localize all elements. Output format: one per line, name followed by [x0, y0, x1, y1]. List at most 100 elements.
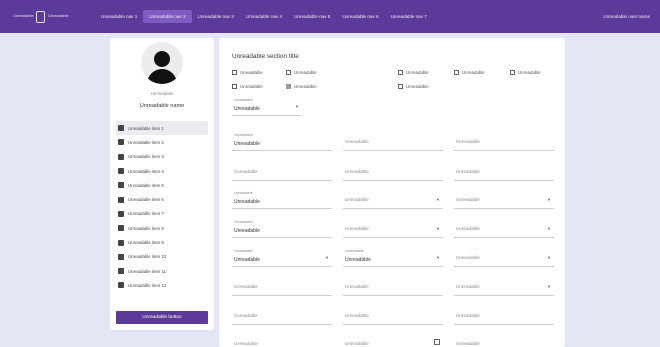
- menu-item-9[interactable]: Unreadable item 9: [116, 235, 208, 249]
- field-placeholder: Unreadable: [456, 255, 480, 260]
- nav-item-4[interactable]: Unreadable nav 4: [240, 10, 288, 23]
- menu-item-5[interactable]: Unreadable item 5: [116, 178, 208, 192]
- checkbox-label: Unreadable: [240, 70, 263, 75]
- field-label: Unreadable: [234, 220, 253, 224]
- briefcase-icon: [118, 153, 124, 160]
- checkbox-6[interactable]: Unreadable: [232, 84, 263, 89]
- checkbox-box[interactable]: [232, 70, 237, 75]
- input-field-13[interactable]: Unreadable: [454, 305, 554, 325]
- select-field-2[interactable]: Unreadable ▼: [343, 189, 443, 209]
- input-field-3[interactable]: Unreadable: [454, 131, 554, 151]
- checkbox-label: Unreadable: [406, 84, 429, 89]
- checkbox-label: Unreadable: [294, 70, 317, 75]
- field-value: Unreadable: [234, 141, 260, 147]
- select-field-1[interactable]: Unreadable Unreadable ▼: [232, 96, 302, 116]
- change-photo-link[interactable]: Unreadable: [110, 91, 214, 96]
- checkbox-box[interactable]: [286, 70, 291, 75]
- checkbox-7[interactable]: Unreadable: [286, 84, 317, 89]
- logo-text-right: Unreadable: [48, 13, 69, 19]
- input-field-1[interactable]: Unreadable Unreadable: [232, 131, 332, 151]
- input-field-7[interactable]: Unreadable Unreadable: [232, 189, 332, 209]
- select-field-4[interactable]: Unreadable ▼: [343, 218, 443, 238]
- menu-item-label: Unreadable item 10: [128, 254, 167, 260]
- input-field-8[interactable]: Unreadable Unreadable: [232, 218, 332, 238]
- logo[interactable]: Unreadable Unreadable: [13, 10, 77, 23]
- menu-item-4[interactable]: Unreadable item 4: [116, 164, 208, 178]
- checkbox-box[interactable]: [286, 84, 291, 89]
- checkbox-4[interactable]: Unreadable: [454, 70, 485, 75]
- select-field-5[interactable]: Unreadable ▼: [454, 218, 554, 238]
- field-value: Unreadable: [234, 228, 260, 234]
- user-menu[interactable]: Unreadable user name: [603, 14, 650, 19]
- input-field-2[interactable]: Unreadable: [343, 131, 443, 151]
- checkbox-box[interactable]: [398, 70, 403, 75]
- input-field-5[interactable]: Unreadable: [343, 161, 443, 181]
- checkbox-box[interactable]: [510, 70, 515, 75]
- nav-item-7[interactable]: Unreadable nav 7: [385, 10, 433, 23]
- menu-item-12[interactable]: Unreadable item 12: [116, 278, 208, 292]
- menu-item-1[interactable]: Unreadable item 1: [116, 121, 208, 136]
- field-placeholder: Unreadable: [234, 284, 258, 289]
- menu-item-2[interactable]: Unreadable item 2: [116, 135, 208, 149]
- select-field-9[interactable]: Unreadable ▼: [454, 276, 554, 296]
- select-field-8[interactable]: Unreadable ▼: [454, 247, 554, 267]
- field-placeholder: Unreadable: [456, 197, 480, 202]
- field-value: Unreadable: [345, 257, 371, 263]
- input-field-4[interactable]: Unreadable: [232, 161, 332, 181]
- checkbox-label: Unreadable: [240, 84, 263, 89]
- input-field-15[interactable]: Unreadable: [454, 333, 554, 347]
- input-field-10[interactable]: Unreadable: [343, 276, 443, 296]
- input-field-14[interactable]: Unreadable: [232, 333, 332, 347]
- input-field-6[interactable]: Unreadable: [454, 161, 554, 181]
- file-icon: [118, 225, 124, 232]
- document-icon: [118, 168, 124, 175]
- checkbox-box[interactable]: [454, 70, 459, 75]
- field-placeholder: Unreadable: [345, 284, 369, 289]
- field-placeholder: Unreadable: [456, 226, 480, 231]
- input-field-9[interactable]: Unreadable: [232, 276, 332, 296]
- checkbox-box[interactable]: [398, 84, 403, 89]
- checkbox-8[interactable]: Unreadable: [398, 84, 429, 89]
- select-field-7[interactable]: Unreadable Unreadable ▼: [343, 247, 443, 267]
- field-placeholder: Unreadable: [234, 169, 258, 174]
- group-icon: [118, 253, 124, 260]
- select-field-6[interactable]: Unreadable Unreadable ▼: [232, 247, 332, 267]
- menu-item-label: Unreadable item 11: [128, 268, 166, 274]
- chevron-down-icon: ▼: [547, 255, 551, 260]
- nav-item-2[interactable]: Unreadable nav 2: [143, 10, 192, 23]
- checkbox-box[interactable]: [232, 84, 237, 89]
- menu-item-7[interactable]: Unreadable item 7: [116, 207, 208, 221]
- avatar-head-icon: [154, 51, 170, 67]
- input-field-12[interactable]: Unreadable: [343, 305, 443, 325]
- field-label: Unreadable: [345, 249, 364, 253]
- checkbox-2[interactable]: Unreadable: [286, 70, 317, 75]
- nav-item-6[interactable]: Unreadable nav 6: [336, 10, 384, 23]
- menu-item-11[interactable]: Unreadable item 11: [116, 264, 208, 278]
- nav-item-5[interactable]: Unreadable nav 5: [288, 10, 336, 23]
- field-placeholder: Unreadable: [345, 169, 369, 174]
- menu-item-8[interactable]: Unreadable item 8: [116, 221, 208, 235]
- nav-item-3[interactable]: Unreadable nav 3: [192, 10, 240, 23]
- chevron-down-icon: ▼: [436, 197, 440, 202]
- menu-item-10[interactable]: Unreadable item 10: [116, 250, 208, 264]
- chevron-down-icon: ▼: [547, 197, 551, 202]
- field-label: Unreadable: [234, 191, 253, 195]
- menu-item-label: Unreadable item 12: [128, 282, 167, 288]
- checkbox-3[interactable]: Unreadable: [398, 70, 429, 75]
- calendar-icon[interactable]: [434, 339, 440, 345]
- select-field-3[interactable]: Unreadable ▼: [454, 189, 554, 209]
- avatar[interactable]: [141, 42, 183, 84]
- org-icon: [118, 282, 124, 289]
- profile-action-button[interactable]: Unreadable button: [116, 311, 208, 324]
- logo-text-left: Unreadable: [13, 13, 34, 19]
- menu-item-3[interactable]: Unreadable item 3: [116, 150, 208, 164]
- checkbox-5[interactable]: Unreadable: [510, 70, 541, 75]
- vehicle-icon: [118, 196, 124, 203]
- date-field[interactable]: Unreadable: [343, 333, 443, 347]
- field-placeholder: Unreadable: [345, 313, 369, 318]
- field-value: Unreadable: [234, 106, 260, 112]
- nav-item-1[interactable]: Unreadable nav 1: [95, 10, 143, 23]
- menu-item-6[interactable]: Unreadable item 6: [116, 192, 208, 206]
- input-field-11[interactable]: Unreadable: [232, 305, 332, 325]
- checkbox-1[interactable]: Unreadable: [232, 70, 263, 75]
